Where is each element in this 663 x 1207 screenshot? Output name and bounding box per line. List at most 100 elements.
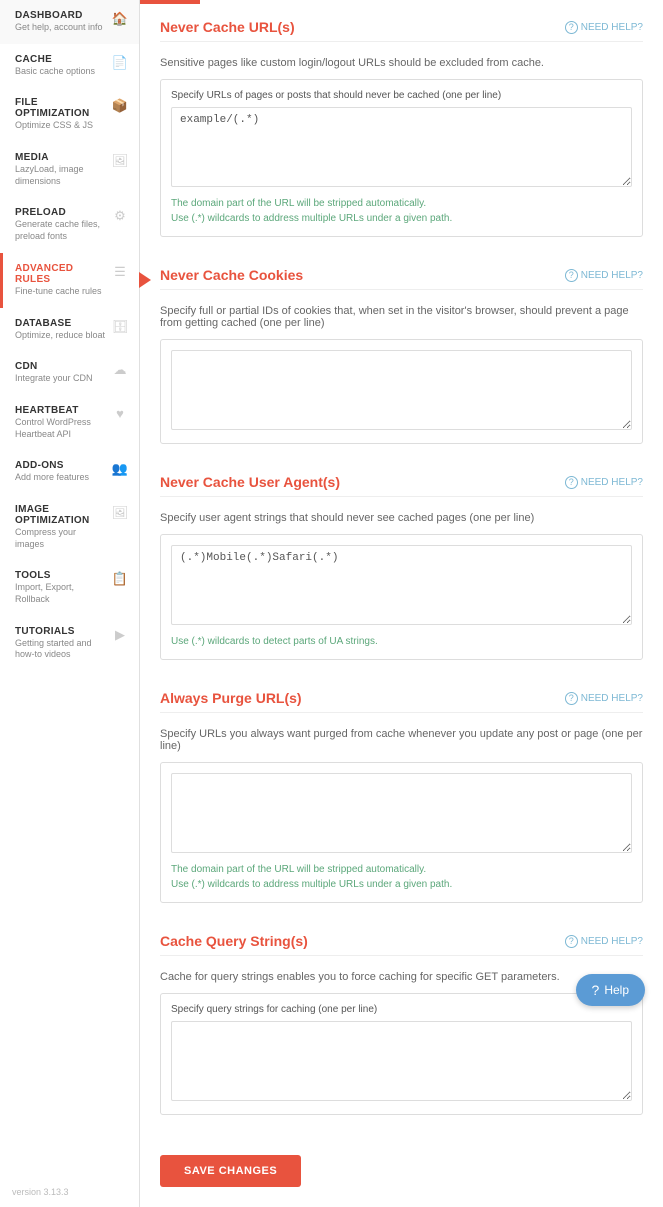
sidebar-icon-tools: 📋: [111, 570, 129, 588]
sidebar-icon-cache: 📄: [111, 54, 129, 72]
sidebar-icon-preload: ⚙: [111, 207, 129, 225]
section-never-cache-user-agents: Never Cache User Agent(s)?NEED HELP?Spec…: [160, 474, 643, 660]
sidebar-item-subtitle-image-optimization: Compress your images: [15, 527, 107, 550]
sidebar-item-image-optimization[interactable]: IMAGE OPTIMIZATIONCompress your images🖼: [0, 494, 139, 560]
section-divider-never-cache-user-agents: [160, 496, 643, 497]
textarea-always-purge-urls[interactable]: [171, 773, 632, 853]
help-button-label: Help: [604, 983, 629, 997]
help-button[interactable]: ? Help: [576, 974, 645, 1006]
sidebar-item-title-preload: PRELOAD: [15, 207, 107, 218]
section-title-cache-query-strings: Cache Query String(s): [160, 933, 308, 949]
sidebar-item-add-ons[interactable]: ADD-ONSAdd more features 👥: [0, 450, 139, 494]
sidebar-item-tutorials[interactable]: TUTORIALSGetting started and how-to vide…: [0, 616, 139, 671]
save-button[interactable]: SAVE CHANGES: [160, 1155, 301, 1187]
sidebar-item-file-optimization[interactable]: FILE OPTIMIZATIONOptimize CSS & JS 📦: [0, 87, 139, 142]
main-content: Never Cache URL(s)?NEED HELP?Sensitive p…: [140, 0, 663, 1207]
need-help-cache-query-strings[interactable]: ?NEED HELP?: [565, 935, 643, 948]
field-box-never-cache-cookies: [160, 339, 643, 444]
sidebar-item-title-cdn: CDN: [15, 361, 107, 372]
sidebar-item-title-heartbeat: HEARTBEAT: [15, 405, 107, 416]
field-box-always-purge-urls: The domain part of the URL will be strip…: [160, 762, 643, 903]
sidebar-icon-media: 🖼: [111, 152, 129, 170]
field-box-never-cache-user-agents: Use (.*) wildcards to detect parts of UA…: [160, 534, 643, 660]
need-help-label: NEED HELP?: [581, 22, 643, 33]
sidebar-item-title-add-ons: ADD-ONS: [15, 460, 107, 471]
need-help-always-purge-urls[interactable]: ?NEED HELP?: [565, 692, 643, 705]
field-box-never-cache-urls: Specify URLs of pages or posts that shou…: [160, 79, 643, 237]
hint-never-cache-user-agents: Use (.*) wildcards to detect parts of UA…: [171, 634, 632, 649]
sidebar-item-preload[interactable]: PRELOADGenerate cache files, preload fon…: [0, 197, 139, 252]
sidebar-icon-cdn: ☁: [111, 361, 129, 379]
sidebar-item-subtitle-tutorials: Getting started and how-to videos: [15, 638, 107, 661]
sidebar-item-title-dashboard: DASHBOARD: [15, 10, 107, 21]
sidebar-item-cache[interactable]: CACHEBasic cache options 📄: [0, 44, 139, 88]
sidebar-icon-image-optimization: 🖼: [111, 504, 129, 522]
sidebar-item-title-file-optimization: FILE OPTIMIZATION: [15, 97, 107, 119]
sidebar-item-advanced-rules[interactable]: ADVANCED RULESFine-tune cache rules☰: [0, 253, 139, 308]
section-title-never-cache-cookies: Never Cache Cookies: [160, 267, 303, 283]
sidebar-item-subtitle-add-ons: Add more features: [15, 472, 107, 484]
sidebar-icon-advanced-rules: ☰: [111, 263, 129, 281]
section-header-cache-query-strings: Cache Query String(s) ?NEED HELP?: [160, 933, 643, 949]
sidebar-icon-file-optimization: 📦: [111, 97, 129, 115]
sidebar-item-subtitle-cdn: Integrate your CDN: [15, 373, 107, 385]
section-header-never-cache-urls: Never Cache URL(s)?NEED HELP?: [160, 19, 643, 35]
need-help-never-cache-cookies[interactable]: ?NEED HELP?: [565, 269, 643, 282]
sidebar-item-title-cache: CACHE: [15, 54, 107, 65]
section-title-never-cache-urls: Never Cache URL(s): [160, 19, 295, 35]
section-never-cache-cookies: Never Cache Cookies?NEED HELP?Specify fu…: [160, 267, 643, 444]
sidebar-item-title-image-optimization: IMAGE OPTIMIZATION: [15, 504, 107, 526]
hint-never-cache-urls: The domain part of the URL will be strip…: [171, 196, 632, 226]
sidebar-item-title-database: DATABASE: [15, 318, 107, 329]
sidebar-item-media[interactable]: MEDIALazyLoad, image dimensions🖼: [0, 142, 139, 197]
section-cache-query-strings: Cache Query String(s)?NEED HELP?Cache fo…: [160, 933, 643, 1115]
sidebar-item-heartbeat[interactable]: HEARTBEATControl WordPress Heartbeat API…: [0, 395, 139, 450]
sidebar-item-subtitle-media: LazyLoad, image dimensions: [15, 164, 107, 187]
sidebar-item-tools[interactable]: TOOLSImport, Export, Rollback📋: [0, 560, 139, 615]
need-help-label: NEED HELP?: [581, 693, 643, 704]
sidebar-item-subtitle-tools: Import, Export, Rollback: [15, 582, 107, 605]
sidebar-item-title-tutorials: TUTORIALS: [15, 626, 107, 637]
need-help-never-cache-urls[interactable]: ?NEED HELP?: [565, 21, 643, 34]
help-circle-icon: ?: [565, 269, 578, 282]
textarea-cache-query-strings[interactable]: [171, 1021, 632, 1101]
help-circle-icon: ?: [565, 692, 578, 705]
sidebar-item-database[interactable]: DATABASEOptimize, reduce bloat 🗄: [0, 308, 139, 352]
sidebar: DASHBOARDGet help, account info 🏠 CACHEBas…: [0, 0, 140, 1207]
sidebar-item-subtitle-heartbeat: Control WordPress Heartbeat API: [15, 417, 107, 440]
sidebar-icon-tutorials: ▶: [111, 626, 129, 644]
textarea-never-cache-cookies[interactable]: [171, 350, 632, 430]
section-desc-always-purge-urls: Specify URLs you always want purged from…: [160, 728, 643, 752]
sidebar-item-title-media: MEDIA: [15, 152, 107, 163]
sidebar-item-subtitle-preload: Generate cache files, preload fonts: [15, 219, 107, 242]
sidebar-item-subtitle-advanced-rules: Fine-tune cache rules: [15, 286, 107, 298]
section-divider-cache-query-strings: [160, 955, 643, 956]
textarea-never-cache-urls[interactable]: [171, 107, 632, 187]
sidebar-icon-database: 🗄: [111, 318, 129, 336]
content-area: Never Cache URL(s)?NEED HELP?Sensitive p…: [140, 4, 663, 1207]
section-always-purge-urls: Always Purge URL(s)?NEED HELP?Specify UR…: [160, 690, 643, 903]
sidebar-icon-add-ons: 👥: [111, 460, 129, 478]
sidebar-item-subtitle-dashboard: Get help, account info: [15, 22, 107, 34]
sidebar-icon-dashboard: 🏠: [111, 10, 129, 28]
need-help-label: NEED HELP?: [581, 477, 643, 488]
section-title-always-purge-urls: Always Purge URL(s): [160, 690, 302, 706]
sidebar-item-dashboard[interactable]: DASHBOARDGet help, account info 🏠: [0, 0, 139, 44]
help-circle-icon: ?: [565, 476, 578, 489]
field-box-cache-query-strings: Specify query strings for caching (one p…: [160, 993, 643, 1115]
sidebar-item-cdn[interactable]: CDNIntegrate your CDN ☁: [0, 351, 139, 395]
section-header-never-cache-cookies: Never Cache Cookies ?NEED HELP?: [160, 267, 643, 283]
need-help-never-cache-user-agents[interactable]: ?NEED HELP?: [565, 476, 643, 489]
section-divider-never-cache-urls: [160, 41, 643, 42]
section-never-cache-urls: Never Cache URL(s)?NEED HELP?Sensitive p…: [160, 19, 643, 237]
sidebar-item-subtitle-file-optimization: Optimize CSS & JS: [15, 120, 107, 132]
textarea-never-cache-user-agents[interactable]: [171, 545, 632, 625]
sidebar-item-subtitle-cache: Basic cache options: [15, 66, 107, 78]
sidebar-item-title-tools: TOOLS: [15, 570, 107, 581]
sidebar-item-subtitle-database: Optimize, reduce bloat: [15, 330, 107, 342]
version-label: version 3.13.3: [0, 1177, 139, 1207]
active-arrow: [139, 272, 151, 288]
help-circle-icon: ?: [565, 21, 578, 34]
section-title-never-cache-user-agents: Never Cache User Agent(s): [160, 474, 340, 490]
section-header-never-cache-user-agents: Never Cache User Agent(s)?NEED HELP?: [160, 474, 643, 490]
